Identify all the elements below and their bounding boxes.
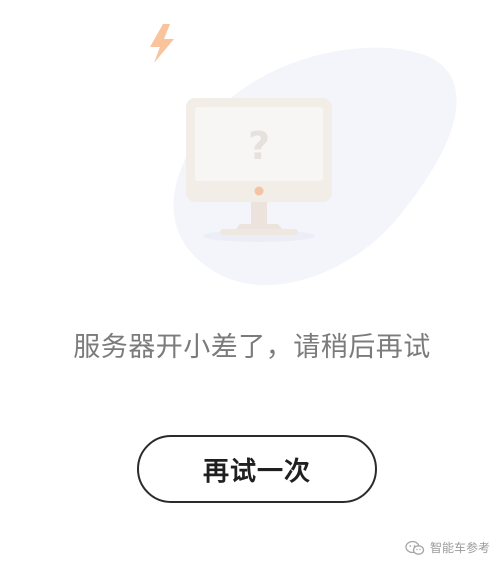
retry-button[interactable]: 再试一次 bbox=[137, 435, 377, 503]
watermark-account-name: 智能车参考 bbox=[429, 541, 490, 555]
watermark: 智能车参考 bbox=[405, 539, 490, 556]
question-mark: ? bbox=[248, 124, 270, 168]
lightning-icon bbox=[150, 24, 174, 63]
error-message: 服务器开小差了，请稍后再试 bbox=[73, 332, 431, 363]
server-error-illustration: ? bbox=[130, 10, 490, 300]
wechat-icon bbox=[405, 540, 425, 556]
illustration-graphic: ? bbox=[150, 24, 457, 286]
retry-button-label: 再试一次 bbox=[202, 456, 311, 487]
